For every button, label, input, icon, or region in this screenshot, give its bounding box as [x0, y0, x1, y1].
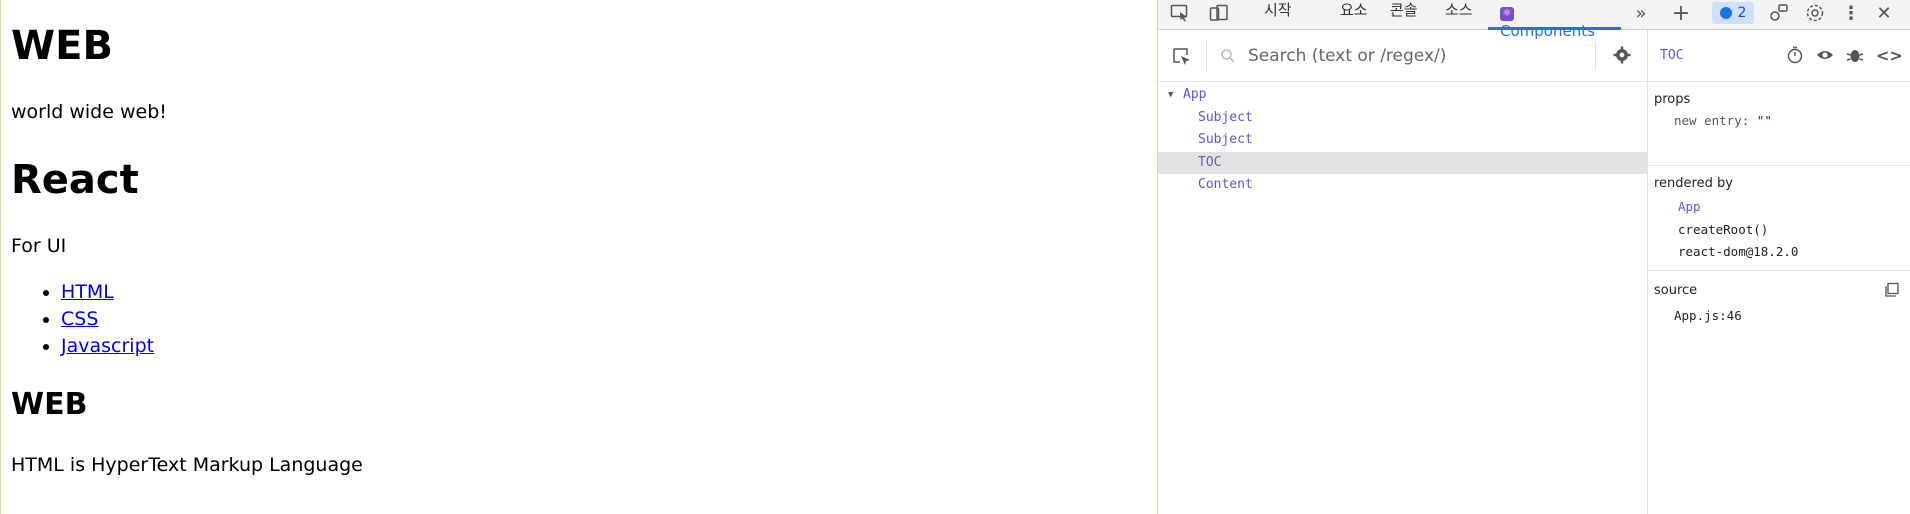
search-input[interactable]	[1246, 42, 1550, 70]
component-tree: ▼ App Subject Subject TOC Content	[1158, 84, 1647, 197]
tree-row-subject[interactable]: Subject	[1158, 129, 1647, 152]
paragraph-react: For UI	[11, 235, 67, 257]
list-item: Javascript	[61, 333, 154, 360]
owner-createroot: createRoot()	[1678, 222, 1769, 237]
source-location[interactable]: App.js:46	[1674, 308, 1742, 323]
webpage-viewport: WEB world wide web! React For UI HTML CS…	[0, 0, 1158, 514]
tree-node-label: App	[1183, 87, 1207, 102]
devtools-panel: 시작 요소 콘솔 소스 ⚛Components » + 2 ⋮ ✕ Search…	[1158, 0, 1910, 514]
paragraph-content: HTML is HyperText Markup Language	[11, 454, 363, 476]
tab-elements[interactable]: 요소	[1340, 0, 1368, 27]
more-tabs-icon[interactable]: »	[1630, 2, 1652, 24]
component-detail-pane: TOC <> props new entry: "" rendered by A…	[1648, 30, 1910, 514]
feedback-icon[interactable]	[1768, 2, 1790, 24]
component-tree-pane: ▼ App Subject Subject TOC Content	[1158, 30, 1648, 514]
props-label: props	[1654, 92, 1691, 107]
tree-row-content[interactable]: Content	[1158, 174, 1647, 197]
heading-web: WEB	[11, 23, 113, 69]
tree-row-subject[interactable]: Subject	[1158, 107, 1647, 130]
tree-node-label: Subject	[1198, 109, 1253, 125]
react-logo-icon: ⚛	[1500, 7, 1514, 21]
tree-node-label: TOC	[1198, 154, 1222, 170]
prop-key: new entry	[1674, 113, 1742, 128]
tree-node-label: Content	[1198, 177, 1253, 192]
rendered-by-label: rendered by	[1654, 176, 1733, 191]
selected-component-name: TOC	[1660, 48, 1684, 63]
rendered-by-section: rendered by App createRoot() react-dom@1…	[1648, 166, 1910, 271]
divider	[1595, 42, 1596, 70]
link-css[interactable]: CSS	[61, 308, 98, 330]
owner-react-dom: react-dom@18.2.0	[1678, 244, 1799, 259]
heading-content: WEB	[11, 387, 88, 422]
select-element-icon[interactable]	[1172, 47, 1192, 67]
tree-row-app[interactable]: ▼ App	[1158, 84, 1647, 107]
message-icon	[1719, 7, 1732, 19]
heading-react: React	[11, 157, 139, 203]
bug-icon[interactable]	[1846, 46, 1864, 64]
link-html[interactable]: HTML	[61, 281, 114, 303]
stopwatch-icon[interactable]	[1786, 46, 1804, 64]
search-icon	[1220, 48, 1236, 64]
gear-icon[interactable]	[1613, 46, 1631, 64]
tree-row-toc[interactable]: TOC	[1158, 151, 1647, 174]
source-label: source	[1654, 283, 1698, 298]
prop-value: ""	[1756, 113, 1772, 128]
issues-badge[interactable]: 2	[1712, 2, 1754, 24]
prop-row[interactable]: new entry: ""	[1674, 113, 1772, 128]
link-javascript[interactable]: Javascript	[61, 335, 154, 357]
caret-down-icon[interactable]: ▼	[1168, 84, 1173, 107]
tab-console[interactable]: 콘솔	[1390, 0, 1418, 27]
owner-link-app[interactable]: App	[1678, 199, 1701, 214]
divider	[1206, 42, 1207, 70]
settings-icon[interactable]	[1804, 2, 1826, 24]
component-search-bar	[1158, 30, 1647, 82]
view-source-icon[interactable]: <>	[1876, 46, 1903, 65]
eye-icon[interactable]	[1816, 46, 1834, 64]
detail-header: TOC <>	[1648, 30, 1910, 82]
inspect-element-icon[interactable]	[1169, 2, 1191, 24]
tab-sources[interactable]: 소스	[1445, 0, 1473, 27]
copy-icon[interactable]	[1884, 282, 1900, 298]
list-item: HTML	[61, 279, 154, 306]
device-toolbar-icon[interactable]	[1208, 2, 1230, 24]
colon: :	[1741, 113, 1757, 128]
source-section: source App.js:46	[1648, 271, 1910, 331]
tree-node-label: Subject	[1198, 132, 1253, 147]
issues-count: 2	[1737, 5, 1747, 21]
devtools-tabbar: 시작 요소 콘솔 소스 ⚛Components » + 2 ⋮ ✕	[1158, 0, 1910, 40]
kebab-menu-icon[interactable]: ⋮	[1840, 2, 1862, 24]
paragraph-web: world wide web!	[11, 101, 167, 123]
toc-list: HTML CSS Javascript	[23, 279, 154, 360]
tab-components[interactable]: ⚛Components	[1488, 0, 1621, 40]
props-section: props new entry: ""	[1648, 82, 1910, 166]
list-item: CSS	[61, 306, 154, 333]
tab-start[interactable]: 시작	[1264, 0, 1292, 27]
close-icon[interactable]: ✕	[1873, 2, 1895, 24]
add-tab-icon[interactable]: +	[1670, 1, 1692, 26]
